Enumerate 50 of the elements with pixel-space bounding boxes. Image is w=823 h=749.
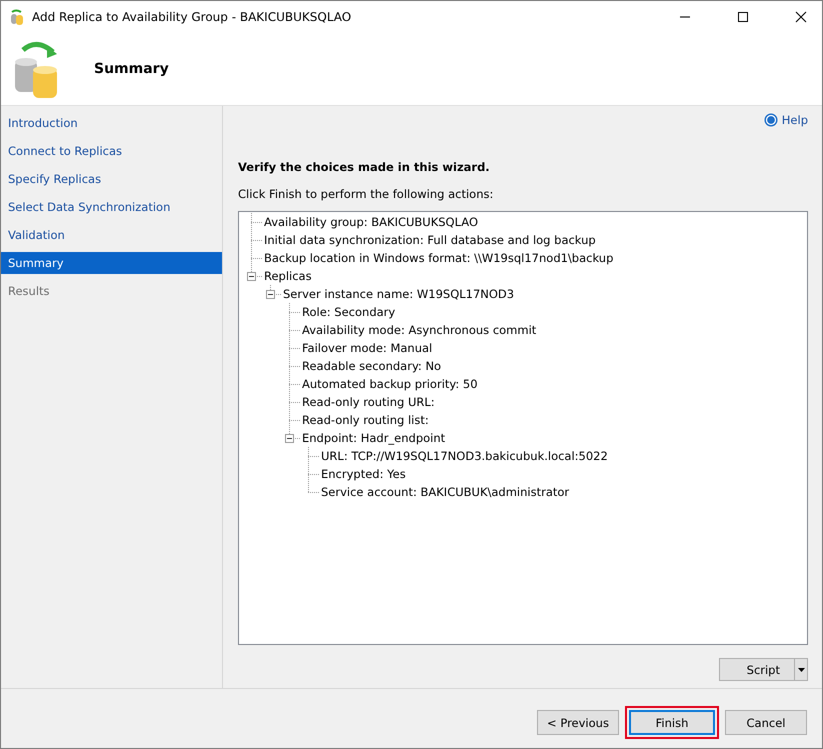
tree-item: Role: Secondary: [302, 305, 396, 319]
tree-item: Server instance name: W19SQL17NOD3: [283, 287, 514, 301]
close-icon[interactable]: [795, 11, 807, 23]
tree-item: Automated backup priority: 50: [302, 377, 478, 391]
maximize-icon[interactable]: [737, 11, 749, 23]
collapse-icon[interactable]: [266, 290, 275, 299]
tree-connector: [270, 285, 282, 295]
tree-connector: [308, 447, 320, 465]
window-title: Add Replica to Availability Group - BAKICUBUKSQLAO: [32, 10, 352, 24]
tree-item: Read-only routing list:: [302, 413, 429, 427]
tree-item: Failover mode: Manual: [302, 341, 432, 355]
sidebar-item[interactable]: Introduction: [1, 112, 222, 134]
script-dropdown-button[interactable]: [794, 658, 808, 681]
sidebar-item[interactable]: Validation: [1, 224, 222, 246]
tree-item: Availability group: BAKICUBUKSQLAO: [264, 215, 478, 229]
tree-item: Encrypted: Yes: [321, 467, 406, 481]
wizard-button[interactable]: Cancel: [725, 710, 807, 735]
sidebar-item[interactable]: Select Data Synchronization: [1, 196, 222, 218]
tree-connector: [250, 231, 262, 249]
script-button[interactable]: Script: [719, 658, 795, 681]
tree-connector: [288, 339, 300, 357]
tree-item: Read-only routing URL:: [302, 395, 435, 409]
tree-connector: [288, 357, 300, 375]
tree-item: Endpoint: Hadr_endpoint: [302, 431, 446, 445]
tree-item: URL: TCP://W19SQL17NOD3.bakicubuk.local:5022: [321, 449, 608, 463]
app-icon: [10, 9, 24, 25]
collapse-icon[interactable]: [285, 434, 294, 443]
instruction-text: Click Finish to perform the following actions:: [238, 187, 494, 201]
tree-item: Replicas: [264, 269, 312, 283]
summary-heading: Verify the choices made in this wizard.: [238, 160, 491, 174]
sidebar-item[interactable]: Specify Replicas: [1, 168, 222, 190]
tree-item: Availability mode: Asynchronous commit: [302, 323, 536, 337]
tree-item: Service account: BAKICUBUK\administrator: [321, 485, 570, 499]
tree-connector: [288, 393, 300, 411]
tree-connector: [288, 321, 300, 339]
help-icon: [764, 113, 778, 127]
collapse-icon[interactable]: [247, 272, 256, 281]
page-title: Summary: [94, 61, 169, 77]
tree-connector: [288, 303, 300, 321]
help-link[interactable]: Help: [764, 112, 808, 128]
tree-connector: [250, 213, 262, 231]
caret-icon: [798, 668, 804, 672]
tree-item: Readable secondary: No: [302, 359, 442, 373]
tree-item: Initial data synchronization: Full database and log backup: [264, 233, 596, 247]
wizard-button[interactable]: Finish: [629, 710, 715, 735]
sidebar-item[interactable]: Connect to Replicas: [1, 140, 222, 162]
wizard-button[interactable]: < Previous: [537, 710, 619, 735]
tree-item: Backup location in Windows format: \\W19sql17nod1\backup: [264, 251, 614, 265]
sidebar-item[interactable]: Summary: [1, 252, 222, 274]
tree-connector: [288, 375, 300, 393]
